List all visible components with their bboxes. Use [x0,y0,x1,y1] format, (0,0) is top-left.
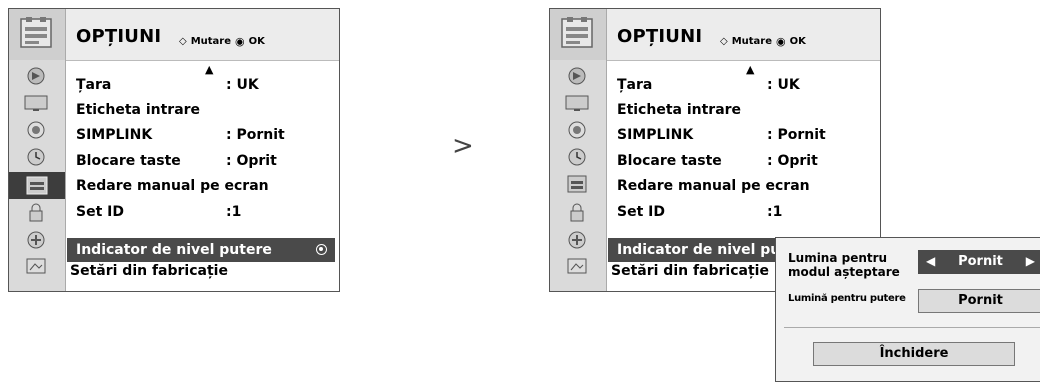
menu-sidebar [9,60,66,291]
time-icon[interactable] [23,147,49,167]
time-icon[interactable] [564,147,590,167]
menu-item-label: Indicator de nivel pu [617,242,781,258]
lock-icon[interactable] [564,203,590,223]
menu-item-label: Set ID [76,204,124,220]
menu-item-country[interactable]: Țara : UK [617,73,880,97]
divider [784,327,1040,328]
hint-ok-label: OK [789,36,806,47]
menu-item-label: Setări din fabricație [70,263,228,279]
standby-light-label-line2: modul așteptare [788,265,900,279]
options-icon [561,17,593,48]
ok-radio-icon [316,244,327,255]
nav-hint: ◇ Mutare ◉ OK [720,35,806,48]
standby-light-label-line1: Lumina pentru [788,251,888,265]
menu-item-label: SIMPLINK [76,127,153,143]
transition-arrow-icon: > [452,131,474,161]
menu-item-label: Blocare taste [617,153,722,169]
input-icon[interactable] [564,230,590,250]
power-light-label: Lumină pentru putere [788,293,906,304]
menu-item-label: Eticheta intrare [617,102,742,118]
option-icon[interactable] [9,172,65,199]
option-icon[interactable] [564,174,590,194]
menu-item-key-lock[interactable]: Blocare taste : Oprit [617,149,880,173]
usb-icon[interactable] [564,256,590,276]
menu-item-label: SIMPLINK [617,127,694,143]
menu-item-label: Țara [617,77,653,93]
standby-light-value: Pornit [958,254,1003,269]
menu-item-label: Țara [76,77,112,93]
menu-item-label: Set ID [617,204,665,220]
menu-item-set-id[interactable]: Set ID :1 [76,200,339,224]
menu-item-input-label[interactable]: Eticheta intrare [617,98,880,122]
menu-item-factory-reset[interactable]: Setări din fabricație [70,259,339,283]
tv-icon[interactable] [23,93,49,113]
menu-item-value: :1 [767,204,783,220]
menu-title: OPȚIUNI [617,26,703,47]
hint-move-label: Mutare [731,36,773,47]
usb-icon[interactable] [23,256,49,276]
menu-item-label: Redare manual pe ecran [617,178,810,194]
ok-icon: ◉ [776,35,786,48]
options-icon [20,17,52,48]
ok-icon: ◉ [235,35,245,48]
menu-item-value: : Oprit [226,153,277,169]
arrow-right-icon[interactable]: ▶ [1026,254,1035,268]
menu-item-on-screen-manual[interactable]: Redare manual pe ecran [76,174,339,198]
standby-light-label: Lumina pentru modul așteptare [788,251,900,279]
menu-item-key-lock[interactable]: Blocare taste : Oprit [76,149,339,173]
input-icon[interactable] [23,230,49,250]
menu-item-simplink[interactable]: SIMPLINK : Pornit [76,123,339,147]
power-light-selector[interactable]: Pornit [918,289,1040,313]
standby-light-selector[interactable]: ◀ Pornit ▶ [918,250,1040,274]
menu-item-value: : UK [226,77,259,93]
menu-item-label: Setări din fabricație [611,263,769,279]
picture-icon[interactable] [23,66,49,86]
hint-move-label: Mutare [190,36,232,47]
menu-item-value: : Pornit [767,127,826,143]
move-icon: ◇ [179,36,187,47]
nav-hint: ◇ Mutare ◉ OK [179,35,265,48]
move-icon: ◇ [720,36,728,47]
audio-icon[interactable] [564,120,590,140]
menu-item-label: Eticheta intrare [76,102,201,118]
menu-item-value: : Pornit [226,127,285,143]
menu-item-simplink[interactable]: SIMPLINK : Pornit [617,123,880,147]
menu-header: OPȚIUNI ◇ Mutare ◉ OK [9,9,339,61]
menu-header: OPȚIUNI ◇ Mutare ◉ OK [550,9,880,61]
lock-icon[interactable] [23,203,49,223]
options-menu-left: OPȚIUNI ◇ Mutare ◉ OK ▲ Țara: UK Etiche… [8,8,340,292]
menu-item-label: Blocare taste [76,153,181,169]
menu-item-set-id[interactable]: Set ID :1 [617,200,880,224]
menu-item-on-screen-manual[interactable]: Redare manual pe ecran [617,174,880,198]
menu-item-country[interactable]: Țara : UK [76,73,339,97]
hint-ok-label: OK [248,36,265,47]
menu-item-label: Redare manual pe ecran [76,178,269,194]
power-indicator-popup: Lumina pentru modul așteptare ◀ Pornit ▶… [775,237,1040,382]
menu-item-input-label[interactable]: Eticheta intrare [76,98,339,122]
menu-item-label: Indicator de nivel putere [76,242,272,258]
menu-header-icon-box [9,9,66,60]
close-button[interactable]: Închidere [813,342,1015,366]
menu-title: OPȚIUNI [76,26,162,47]
picture-icon[interactable] [564,66,590,86]
menu-item-value: :1 [226,204,242,220]
menu-sidebar [550,60,607,291]
menu-item-value: : Oprit [767,153,818,169]
audio-icon[interactable] [23,120,49,140]
tv-icon[interactable] [564,93,590,113]
menu-header-icon-box [550,9,607,60]
menu-item-value: : UK [767,77,800,93]
